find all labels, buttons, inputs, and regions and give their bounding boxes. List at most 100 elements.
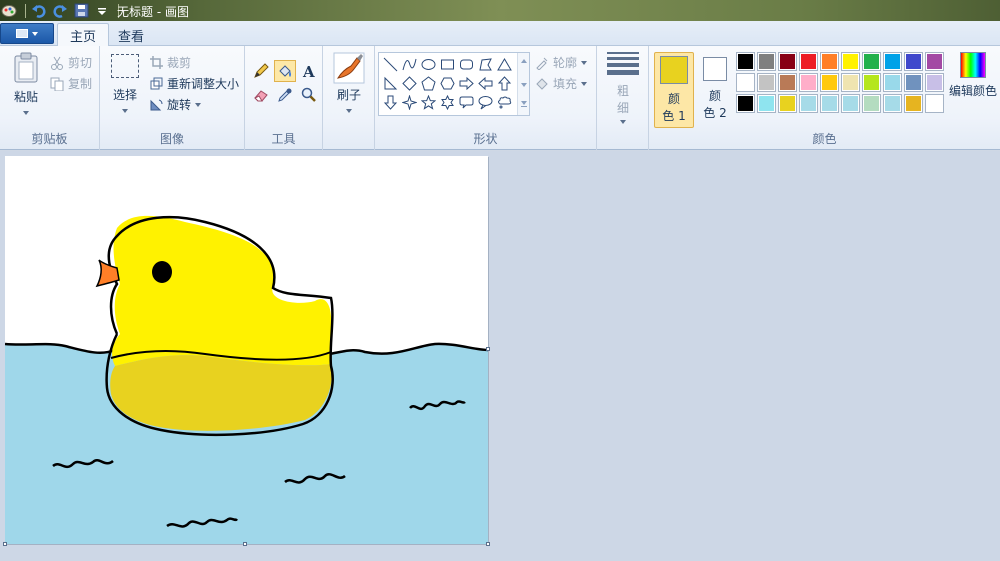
palette-color-swatch[interactable]: [757, 52, 776, 71]
palette-color-swatch[interactable]: [883, 73, 902, 92]
svg-text:A: A: [302, 63, 315, 79]
polygon-shape-icon[interactable]: [476, 55, 495, 74]
palette-color-swatch[interactable]: [778, 94, 797, 113]
palette-color-swatch[interactable]: [820, 73, 839, 92]
palette-color-swatch[interactable]: [820, 94, 839, 113]
triangle-shape-icon[interactable]: [495, 55, 514, 74]
rounded-callout-shape-icon[interactable]: [457, 93, 476, 112]
canvas-resize-handle-corner[interactable]: [486, 542, 490, 546]
palette-color-swatch[interactable]: [799, 94, 818, 113]
canvas-resize-handle-bottom[interactable]: [243, 542, 247, 546]
drawing-canvas[interactable]: [5, 156, 488, 544]
palette-color-swatch[interactable]: [925, 73, 944, 92]
color1-label-b: 色 1: [662, 109, 686, 123]
palette-color-fill: [822, 54, 837, 69]
fill-button[interactable]: 填充: [535, 75, 588, 92]
palette-color-swatch[interactable]: [841, 94, 860, 113]
palette-color-swatch[interactable]: [799, 73, 818, 92]
shapes-scrollbar[interactable]: [517, 53, 529, 115]
palette-color-swatch[interactable]: [904, 52, 923, 71]
canvas-resize-handle-right[interactable]: [486, 347, 490, 351]
palette-color-swatch[interactable]: [862, 94, 881, 113]
fill-bucket-icon[interactable]: [274, 60, 296, 82]
oval-shape-icon[interactable]: [419, 55, 438, 74]
rectangle-shape-icon[interactable]: [438, 55, 457, 74]
diamond-shape-icon[interactable]: [400, 74, 419, 93]
four-point-star-shape-icon[interactable]: [400, 93, 419, 112]
hexagon-shape-icon[interactable]: [438, 74, 457, 93]
outline-button[interactable]: 轮廓: [535, 54, 588, 71]
outline-icon: [536, 57, 548, 70]
cloud-callout-shape-icon[interactable]: [495, 93, 514, 112]
palette-color-swatch[interactable]: [925, 94, 944, 113]
size-button[interactable]: 粗 细: [603, 52, 643, 124]
pencil-icon[interactable]: [250, 60, 272, 82]
palette-color-swatch[interactable]: [841, 73, 860, 92]
color-picker-icon[interactable]: [274, 84, 296, 106]
size-line-icon: [607, 70, 639, 75]
left-arrow-shape-icon[interactable]: [476, 74, 495, 93]
palette-color-swatch[interactable]: [799, 52, 818, 71]
palette-color-fill: [759, 54, 774, 69]
palette-color-swatch[interactable]: [778, 52, 797, 71]
palette-color-swatch[interactable]: [904, 94, 923, 113]
right-arrow-shape-icon[interactable]: [457, 74, 476, 93]
color2-button[interactable]: 颜 色 2: [698, 52, 732, 128]
brushes-button[interactable]: 刷子: [332, 52, 366, 113]
tab-home[interactable]: 主页: [57, 23, 110, 47]
edit-colors-label: 编辑颜色: [948, 84, 997, 98]
cut-button[interactable]: 剪切: [50, 54, 92, 71]
eraser-icon[interactable]: [250, 84, 272, 106]
palette-color-swatch[interactable]: [862, 52, 881, 71]
resize-button[interactable]: 重新调整大小: [150, 75, 239, 92]
line-shape-icon[interactable]: [381, 55, 400, 74]
tab-view[interactable]: 查看: [106, 23, 156, 47]
curve-shape-icon[interactable]: [400, 55, 419, 74]
redo-icon[interactable]: [51, 2, 69, 20]
color1-button[interactable]: 颜 色 1: [654, 52, 694, 128]
down-arrow-shape-icon[interactable]: [381, 93, 400, 112]
paint-app-icon[interactable]: [0, 2, 18, 20]
palette-color-swatch[interactable]: [883, 94, 902, 113]
duck-eye: [152, 261, 172, 283]
text-icon[interactable]: A: [298, 60, 320, 82]
window-title: 无标题 - 画图: [117, 5, 189, 19]
palette-color-swatch[interactable]: [778, 73, 797, 92]
color2-swatch: [703, 57, 727, 81]
paste-icon: [14, 52, 38, 83]
save-icon[interactable]: [72, 2, 90, 20]
palette-color-swatch[interactable]: [736, 94, 755, 113]
palette-color-swatch[interactable]: [862, 73, 881, 92]
paint-menu-button[interactable]: [0, 23, 54, 44]
palette-color-swatch[interactable]: [757, 94, 776, 113]
up-arrow-shape-icon[interactable]: [495, 74, 514, 93]
palette-color-swatch[interactable]: [904, 73, 923, 92]
color-spectrum-icon: [960, 52, 986, 78]
palette-color-swatch[interactable]: [820, 52, 839, 71]
palette-color-swatch[interactable]: [883, 52, 902, 71]
size-line-icon: [607, 63, 639, 67]
paste-button[interactable]: 粘贴: [8, 52, 44, 115]
edit-colors-button[interactable]: 编辑颜色: [948, 52, 998, 99]
rotate-button[interactable]: 旋转: [150, 96, 202, 113]
palette-color-swatch[interactable]: [736, 52, 755, 71]
right-triangle-shape-icon[interactable]: [381, 74, 400, 93]
customize-qat-icon[interactable]: [93, 2, 111, 20]
crop-button[interactable]: 裁剪: [150, 54, 191, 71]
copy-button[interactable]: 复制: [50, 75, 92, 92]
palette-color-swatch[interactable]: [736, 73, 755, 92]
oval-callout-shape-icon[interactable]: [476, 93, 495, 112]
undo-icon[interactable]: [30, 2, 48, 20]
six-point-star-shape-icon[interactable]: [438, 93, 457, 112]
cut-label: 剪切: [68, 56, 93, 70]
magnifier-icon[interactable]: [298, 84, 320, 106]
pentagon-shape-icon[interactable]: [419, 74, 438, 93]
five-point-star-shape-icon[interactable]: [419, 93, 438, 112]
palette-color-fill: [885, 75, 900, 90]
palette-color-swatch[interactable]: [757, 73, 776, 92]
select-button[interactable]: 选择: [108, 54, 142, 113]
palette-color-swatch[interactable]: [841, 52, 860, 71]
palette-color-swatch[interactable]: [925, 52, 944, 71]
palette-color-fill: [801, 75, 816, 90]
rounded-rectangle-shape-icon[interactable]: [457, 55, 476, 74]
